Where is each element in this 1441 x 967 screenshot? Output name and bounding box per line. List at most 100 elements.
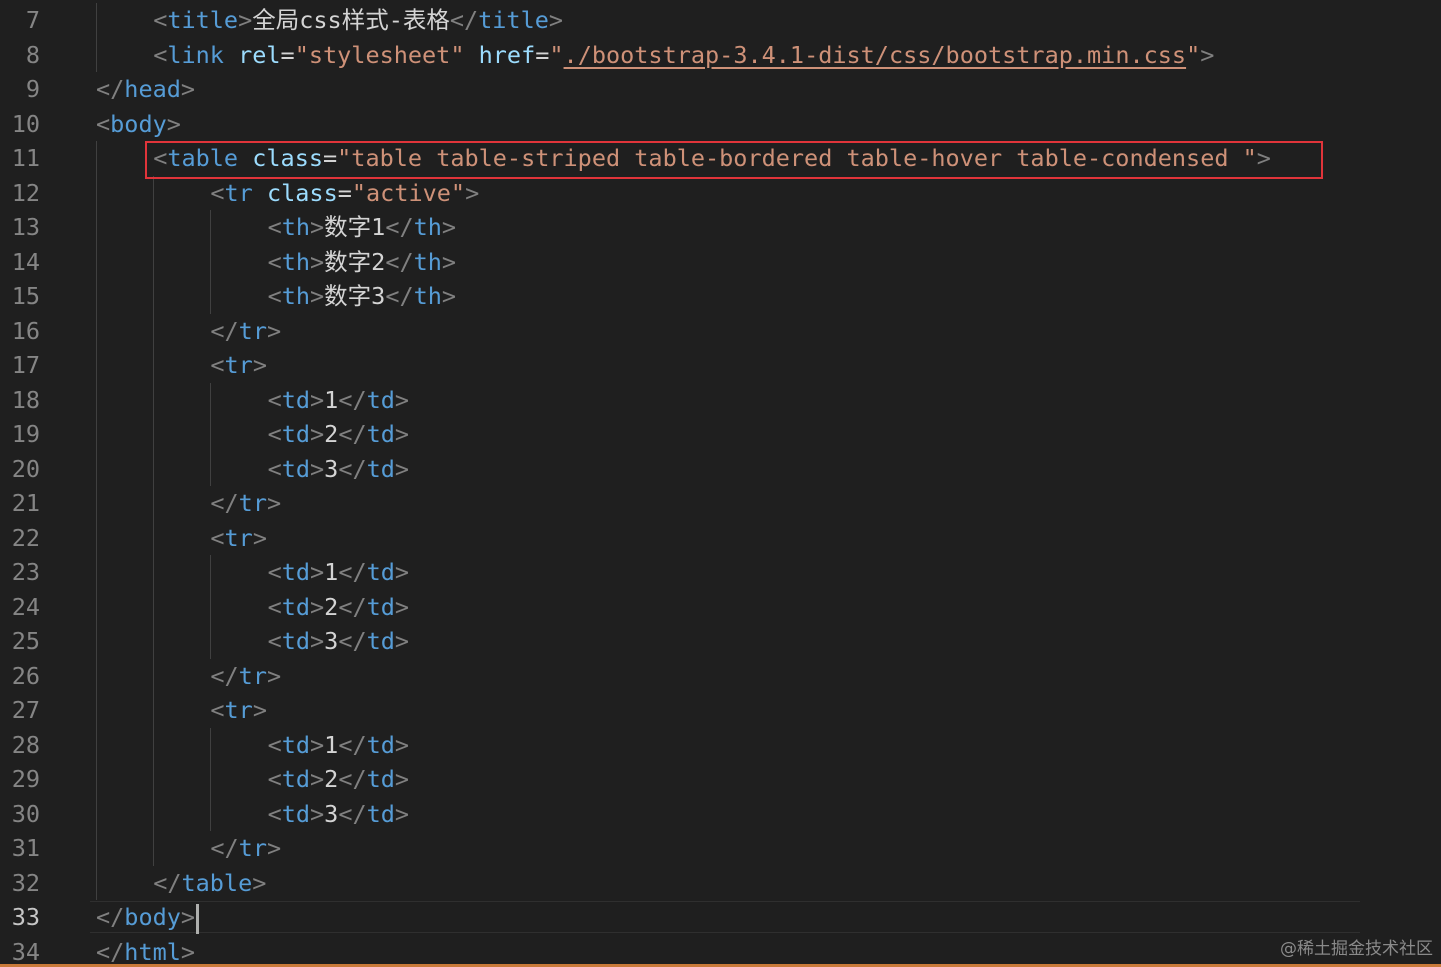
href-link[interactable]: ./bootstrap-3.4.1-dist/css/bootstrap.min… — [564, 41, 1187, 69]
indent-guide — [96, 624, 153, 659]
token-eq: = — [535, 40, 550, 69]
code-line[interactable]: 20 <td>3</td> — [0, 451, 1441, 487]
code-line[interactable]: 33 </body> — [0, 900, 1441, 935]
code-line[interactable]: 34 </html> — [0, 935, 1441, 967]
line-code[interactable]: <td>3</td> — [96, 624, 409, 659]
code-line[interactable]: 23 <td>1</td> — [0, 555, 1441, 590]
code-line[interactable]: 26 </tr> — [0, 658, 1441, 694]
line-code[interactable]: <title>全局css样式-表格</title> — [96, 3, 563, 38]
indent-guide — [96, 210, 153, 245]
indent-guide — [96, 37, 153, 73]
line-code[interactable]: </head> — [96, 72, 195, 107]
line-code[interactable]: <td>3</td> — [96, 451, 409, 487]
token-txt: 3 — [324, 627, 339, 655]
line-code[interactable]: </tr> — [96, 486, 281, 521]
token-tag: td — [366, 592, 395, 621]
code-line[interactable]: 21 </tr> — [0, 486, 1441, 521]
code-line[interactable]: 9 </head> — [0, 72, 1441, 107]
token-punct: > — [252, 868, 267, 897]
line-code[interactable]: <td>1</td> — [96, 727, 410, 763]
code-line[interactable]: 28 <td>1</td> — [0, 727, 1441, 763]
line-code[interactable]: <th>数字1</th> — [96, 210, 456, 245]
token-tag: td — [366, 799, 395, 828]
code-line[interactable]: 10 <body> — [0, 107, 1441, 142]
token-tag: tr — [224, 696, 253, 724]
line-code[interactable]: <link rel="stylesheet" href="./bootstrap… — [96, 37, 1214, 73]
code-line[interactable]: 31 </tr> — [0, 831, 1441, 866]
code-line[interactable]: 18 <td>1</td> — [0, 382, 1441, 418]
token-tag: td — [366, 420, 395, 448]
token-punct: > — [394, 420, 410, 448]
line-code[interactable]: </tr> — [96, 658, 281, 694]
code-line[interactable]: 30 <td>3</td> — [0, 796, 1441, 832]
indent-guide — [96, 589, 153, 625]
line-code[interactable]: <tr> — [96, 348, 267, 383]
token-punct: > — [441, 247, 457, 276]
current-line-highlight — [90, 901, 1360, 933]
code-line[interactable]: 27 <tr> — [0, 693, 1441, 728]
code-line[interactable]: 22 <tr> — [0, 520, 1441, 556]
line-code[interactable]: </table> — [96, 865, 267, 901]
token-txt: 数字2 — [324, 247, 386, 276]
line-code[interactable]: <tr> — [96, 693, 267, 728]
indent-guide — [210, 451, 267, 487]
line-code[interactable]: <td>1</td> — [96, 555, 409, 590]
token-tag: td — [366, 627, 395, 655]
token-punct: </ — [338, 454, 367, 483]
line-code[interactable]: <td>2</td> — [96, 589, 409, 625]
indent-guide — [96, 279, 153, 314]
token-txt: 3 — [324, 454, 339, 483]
watermark: @稀土掘金技术社区 — [1280, 939, 1433, 959]
code-line[interactable]: 15 <th>数字3</th> — [0, 279, 1441, 314]
token-txt: 3 — [324, 799, 339, 828]
token-tag: td — [281, 558, 311, 586]
line-code[interactable]: <td>2</td> — [96, 762, 409, 797]
line-code[interactable]: </tr> — [96, 831, 281, 866]
line-code[interactable]: <tr> — [96, 520, 267, 556]
code-line[interactable]: 16 </tr> — [0, 313, 1441, 349]
token-txt: 数字1 — [324, 213, 386, 241]
indent-guide — [210, 555, 267, 590]
code-line[interactable]: 25 <td>3</td> — [0, 624, 1441, 659]
token-tag: tr — [224, 178, 253, 207]
line-code[interactable]: <th>数字3</th> — [96, 279, 456, 314]
token-punct: </ — [210, 489, 239, 517]
code-line[interactable]: 32 </table> — [0, 865, 1441, 901]
indent-guide — [96, 382, 153, 418]
line-number: 29 — [11, 765, 40, 793]
token-punct: > — [394, 385, 410, 414]
token-punct: > — [394, 730, 410, 759]
code-line[interactable]: 7 <title>全局css样式-表格</title> — [0, 3, 1441, 38]
token-punct: > — [310, 558, 325, 586]
token-punct: </ — [210, 834, 239, 862]
line-code[interactable]: <body> — [96, 107, 181, 142]
token-punct: > — [394, 558, 410, 586]
code-line[interactable]: 12 <tr class="active"> — [0, 175, 1441, 211]
code-line[interactable]: 24 <td>2</td> — [0, 589, 1441, 625]
code-line[interactable]: 8 <link rel="stylesheet" href="./bootstra… — [0, 37, 1441, 73]
line-code[interactable]: <tr class="active"> — [96, 175, 479, 211]
token-punct: < — [267, 799, 282, 828]
code-line[interactable]: 14 <th>数字2</th> — [0, 244, 1441, 280]
line-code[interactable]: <td>1</td> — [96, 382, 410, 418]
code-line[interactable]: 13 <th>数字1</th> — [0, 210, 1441, 245]
indent-guide — [153, 693, 210, 728]
indent-guide — [153, 279, 210, 314]
line-code[interactable]: </body> — [96, 900, 200, 935]
token-eq: = — [280, 40, 295, 69]
token-tag: th — [413, 213, 442, 241]
line-code[interactable]: <td>3</td> — [96, 796, 409, 832]
line-code[interactable]: </tr> — [96, 313, 281, 349]
line-code[interactable]: </html> — [96, 935, 195, 967]
line-code[interactable]: <th>数字2</th> — [96, 244, 457, 280]
token-punct: > — [180, 903, 196, 931]
line-code[interactable]: <td>2</td> — [96, 417, 409, 452]
code-line[interactable]: 17 <tr> — [0, 348, 1441, 383]
code-line[interactable]: 29 <td>2</td> — [0, 762, 1441, 797]
indent-guide — [210, 382, 267, 418]
code-line[interactable]: 19 <td>2</td> — [0, 417, 1441, 452]
indent-guide — [96, 658, 153, 694]
indent-guide — [153, 796, 210, 832]
code-editor[interactable]: 7 <title>全局css样式-表格</title> 8 <link rel="st… — [0, 0, 1441, 967]
